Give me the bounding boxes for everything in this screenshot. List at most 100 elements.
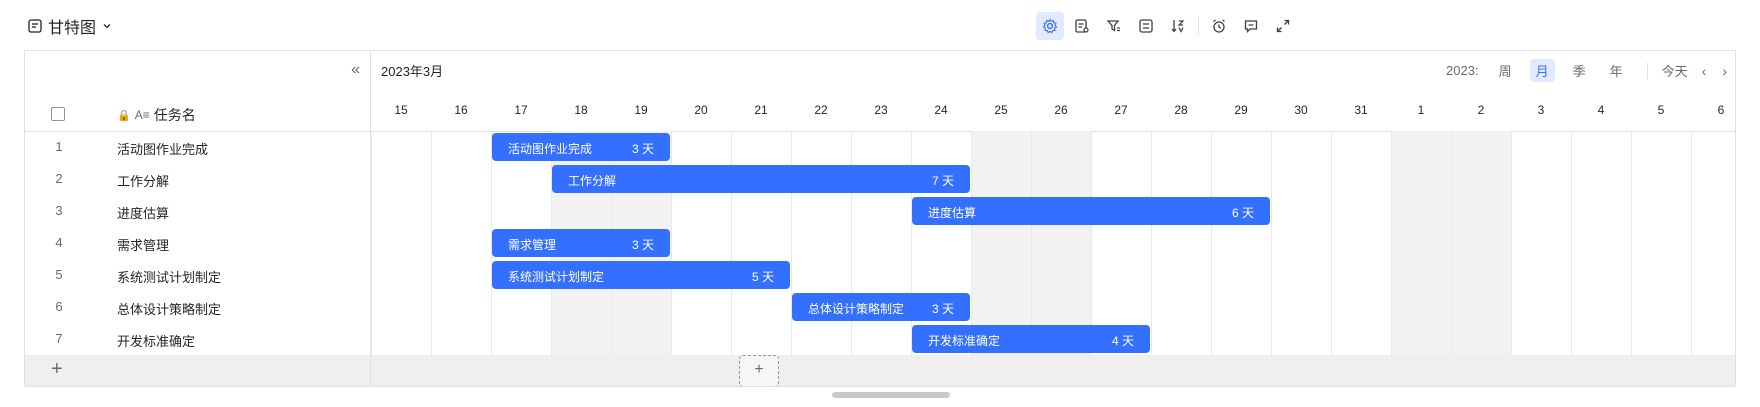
scale-option[interactable]: 月 (1529, 59, 1555, 82)
day-label: 30 (1294, 103, 1308, 117)
day-column (1571, 131, 1631, 355)
task-bar-label: 工作分解 (568, 174, 617, 188)
task-name[interactable]: 需求管理 (117, 235, 169, 254)
task-row[interactable]: 1 活动图作业完成 (25, 131, 370, 163)
top-toolbar: 甘特图 (0, 0, 1760, 50)
task-bar[interactable]: 活动图作业完成 3 天 (492, 133, 670, 161)
day-column (1151, 131, 1211, 355)
task-row[interactable]: 6 总体设计策略制定 (25, 291, 370, 323)
task-name[interactable]: 活动图作业完成 (117, 139, 208, 158)
add-bar-button[interactable]: + (739, 355, 779, 386)
task-name-column-header[interactable]: 🔒 A≡ 任务名 (117, 105, 196, 125)
gantt-view: « 🔒 A≡ 任务名 1 活动图作业完成 2 工作分解 3 进度估算 4 需求管理 5 系统测试计… (24, 50, 1736, 387)
task-bar-duration: 3 天 (931, 302, 954, 316)
task-bar[interactable]: 需求管理 3 天 (492, 229, 670, 257)
filter-button[interactable] (1100, 12, 1128, 40)
day-label: 15 (394, 103, 408, 117)
task-name-column-label: 任务名 (153, 107, 196, 123)
task-bar-duration: 6 天 (1231, 206, 1254, 220)
scale-option[interactable]: 年 (1604, 59, 1629, 82)
chevron-down-icon (103, 24, 111, 29)
day-label: 1 (1417, 103, 1425, 117)
day-column (1511, 131, 1571, 355)
text-field-icon: A≡ (134, 108, 150, 122)
select-all-checkbox[interactable] (51, 107, 65, 121)
row-index: 2 (55, 171, 63, 186)
add-icon: + (51, 358, 63, 380)
task-bar-duration: 5 天 (751, 270, 774, 284)
task-row[interactable]: 3 进度估算 (25, 195, 370, 227)
sort-icon (1171, 20, 1185, 33)
horizontal-scrollbar[interactable] (832, 392, 950, 398)
day-column (1691, 131, 1735, 355)
view-switcher[interactable]: 甘特图 (28, 14, 112, 38)
comment-button[interactable] (1237, 12, 1265, 40)
task-bar[interactable]: 开发标准确定 4 天 (912, 325, 1150, 353)
timeline-add-row: + (371, 355, 1735, 386)
expand-button[interactable] (1269, 12, 1297, 40)
day-label: 19 (634, 103, 648, 117)
task-bar-label: 系统测试计划制定 (508, 270, 605, 284)
field-settings-button[interactable] (1068, 12, 1096, 40)
previous-icon[interactable]: ‹ (1702, 63, 1707, 79)
task-bar-duration: 3 天 (631, 142, 654, 156)
time-scale-switcher: 2023: 周月季年 今天 ‹ › (1446, 59, 1727, 82)
task-bar[interactable]: 总体设计策略制定 3 天 (792, 293, 970, 321)
task-name[interactable]: 进度估算 (117, 203, 169, 222)
gantt-settings-button[interactable] (1036, 12, 1064, 40)
day-label: 28 (1174, 103, 1188, 117)
task-row[interactable]: 2 工作分解 (25, 163, 370, 195)
scale-option[interactable]: 周 (1493, 59, 1518, 82)
month-label: 2023年3月 (381, 64, 444, 79)
expand-icon (1276, 19, 1290, 33)
scale-option[interactable]: 季 (1567, 59, 1592, 82)
task-row[interactable]: 4 需求管理 (25, 227, 370, 259)
comment-icon (1244, 20, 1258, 34)
filter-icon (1106, 20, 1120, 32)
lock-icon: 🔒 (117, 109, 131, 122)
row-index: 1 (55, 139, 63, 154)
task-name[interactable]: 总体设计策略制定 (117, 299, 221, 318)
task-row[interactable]: 7 开发标准确定 (25, 323, 370, 355)
gantt-settings-icon (1042, 18, 1058, 34)
add-task-row[interactable]: + (25, 355, 370, 386)
day-label: 20 (694, 103, 708, 117)
day-column (1271, 131, 1331, 355)
task-bar-label: 进度估算 (928, 206, 977, 220)
task-bar[interactable]: 进度估算 6 天 (912, 197, 1270, 225)
collapse-panel-icon[interactable]: « (351, 61, 360, 79)
task-row[interactable]: 5 系统测试计划制定 (25, 259, 370, 291)
task-bar[interactable]: 系统测试计划制定 5 天 (492, 261, 790, 289)
task-name[interactable]: 系统测试计划制定 (117, 267, 221, 286)
day-label: 2 (1477, 103, 1485, 117)
day-column (371, 131, 431, 355)
next-icon[interactable]: › (1722, 63, 1727, 79)
day-label: 21 (754, 103, 768, 117)
group-icon (1139, 19, 1153, 33)
day-label: 26 (1054, 103, 1068, 117)
day-label: 16 (454, 103, 468, 117)
day-label: 5 (1657, 103, 1665, 117)
task-bar-duration: 3 天 (631, 238, 654, 252)
task-name[interactable]: 开发标准确定 (117, 331, 195, 350)
task-name[interactable]: 工作分解 (117, 171, 169, 190)
task-bar[interactable]: 工作分解 7 天 (552, 165, 970, 193)
day-label: 22 (814, 103, 828, 117)
group-button[interactable] (1132, 12, 1160, 40)
timeline-panel: 2023年3月 2023: 周月季年 今天 ‹ › 15 16 17 18 19 20 21… (371, 51, 1735, 386)
sort-button[interactable] (1164, 12, 1192, 40)
day-column (1331, 131, 1391, 355)
day-column (1451, 131, 1511, 355)
reminder-button[interactable] (1205, 12, 1233, 40)
day-column (971, 131, 1031, 355)
day-label: 27 (1114, 103, 1128, 117)
today-button[interactable]: 今天 (1662, 61, 1688, 80)
task-bar-label: 开发标准确定 (928, 334, 1001, 348)
task-list-header: 🔒 A≡ 任务名 (25, 95, 370, 132)
gantt-view-icon (28, 19, 42, 33)
task-list-panel: « 🔒 A≡ 任务名 1 活动图作业完成 2 工作分解 3 进度估算 4 需求管理 5 系统测试计… (25, 51, 371, 386)
day-label: 17 (514, 103, 528, 117)
day-label: 18 (574, 103, 588, 117)
day-label: 23 (874, 103, 888, 117)
row-index: 5 (55, 267, 63, 282)
